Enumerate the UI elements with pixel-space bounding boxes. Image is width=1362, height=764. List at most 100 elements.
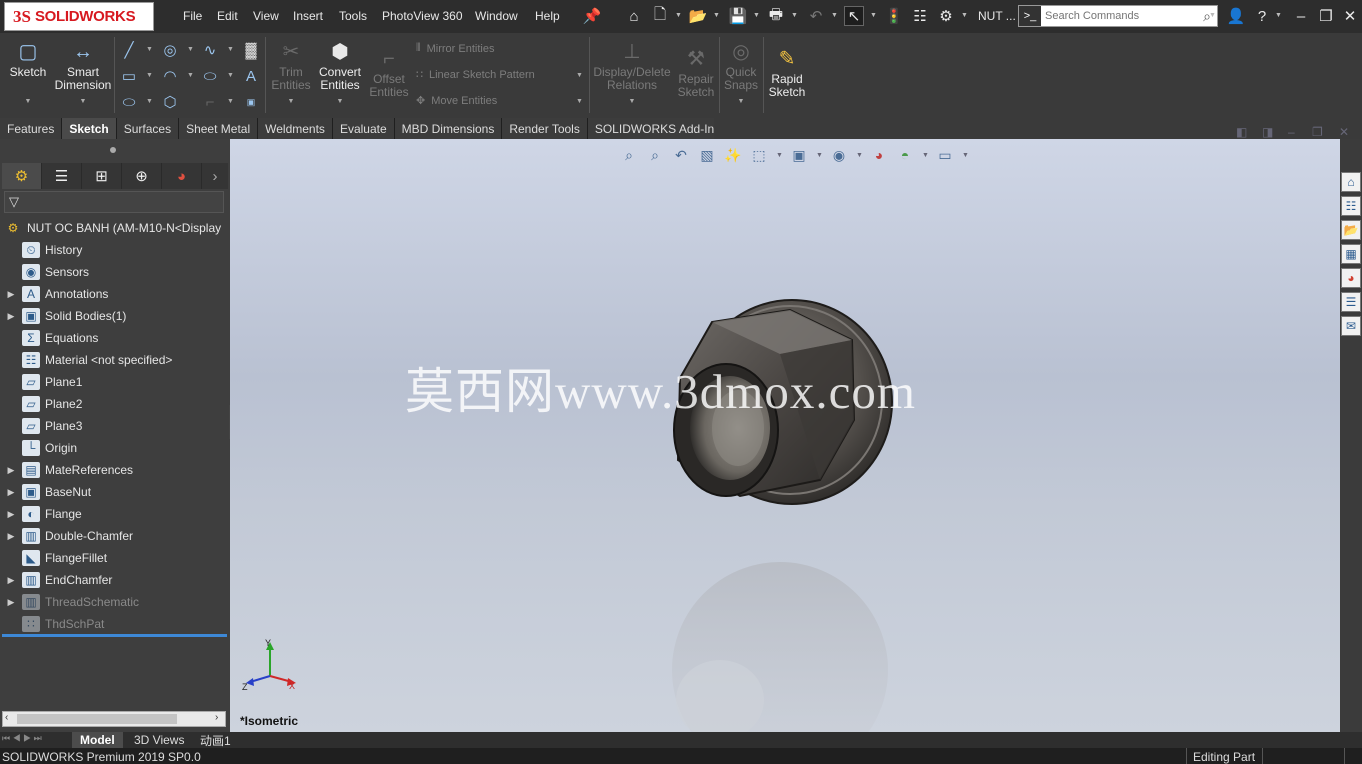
tab-evaluate[interactable]: Evaluate	[332, 118, 395, 139]
display-manager-tab-icon[interactable]: ◕	[162, 163, 202, 189]
tree-root[interactable]: ⚙ NUT OC BANH (AM-M10-N<Display	[0, 217, 228, 239]
solidworks-resources-icon[interactable]: ⌂	[1341, 172, 1361, 192]
chevron-right-icon[interactable]: ▶	[0, 509, 22, 520]
convert-entities-button[interactable]: ⬢ Convert Entities ▼	[316, 40, 364, 108]
chevron-down-icon[interactable]: ▼	[146, 98, 153, 105]
chevron-down-icon[interactable]: ▼	[922, 152, 929, 159]
display-style-icon[interactable]: ▣	[790, 146, 808, 164]
propertymanager-tab-icon[interactable]: ☰	[42, 163, 82, 189]
pin-icon[interactable]: 📌	[582, 6, 602, 26]
options-gear-icon[interactable]: ⚙	[936, 6, 956, 26]
menu-insert[interactable]: Insert	[293, 9, 323, 23]
chevron-down-icon[interactable]: ▼	[870, 12, 877, 19]
tab-navigation-icons[interactable]: ⏮ ◀ ▶ ⏭	[2, 733, 42, 744]
chevron-down-icon[interactable]: ▼	[576, 72, 583, 79]
dynamic-annotation-icon[interactable]: ✨	[724, 146, 742, 164]
edit-appearance-icon[interactable]: ◕	[870, 146, 888, 164]
tree-item[interactable]: ▶ ▣ Solid Bodies(1)	[0, 305, 228, 327]
chevron-down-icon[interactable]: ▼	[776, 152, 783, 159]
custom-properties-icon[interactable]: ☰	[1341, 292, 1361, 312]
tab-3d-views[interactable]: 3D Views	[126, 732, 192, 748]
tab-motion-study[interactable]: 动画1	[192, 732, 239, 748]
chevron-down-icon[interactable]: ▼	[187, 72, 194, 79]
viewport-restore-icon[interactable]: ❐	[1312, 125, 1323, 139]
chevron-right-icon[interactable]: ›	[202, 163, 228, 189]
panel-grip[interactable]	[110, 147, 116, 153]
section-view-icon[interactable]: ▧	[698, 146, 716, 164]
zoom-to-fit-icon[interactable]: ⌕	[620, 146, 638, 164]
slot-icon[interactable]: ⬭	[120, 93, 138, 111]
menu-photoview[interactable]: PhotoView 360	[382, 9, 463, 23]
undo-icon[interactable]: ↶	[806, 6, 826, 26]
tab-surfaces[interactable]: Surfaces	[116, 118, 180, 139]
configurationmanager-tab-icon[interactable]: ⊞	[82, 163, 122, 189]
help-icon[interactable]: ?	[1252, 6, 1272, 26]
menu-edit[interactable]: Edit	[217, 9, 238, 23]
chevron-down-icon[interactable]: ▼	[316, 95, 364, 108]
tab-features[interactable]: Features	[0, 118, 63, 139]
chevron-right-icon[interactable]: ▶	[0, 575, 22, 586]
tree-item[interactable]: ▱ Plane1	[0, 371, 228, 393]
chevron-right-icon[interactable]: ▶	[0, 597, 22, 608]
sketch-button[interactable]: ▢ Sketch ▼	[6, 40, 50, 108]
rapid-sketch-button[interactable]: ✎ Rapid Sketch	[766, 47, 808, 99]
spline-icon[interactable]: ∿	[201, 41, 219, 59]
smart-dimension-button[interactable]: ↔ Smart Dimension ▼	[52, 40, 114, 108]
chevron-down-icon[interactable]: ▼	[592, 95, 672, 108]
tree-item[interactable]: ▶ ▥ Double-Chamfer	[0, 525, 228, 547]
menu-help[interactable]: Help	[535, 9, 560, 23]
save-icon[interactable]: 💾	[728, 6, 748, 26]
chevron-right-icon[interactable]: ▶	[0, 487, 22, 498]
chevron-down-icon[interactable]: ▼	[1209, 12, 1216, 19]
tree-item[interactable]: ▶ ▤ MateReferences	[0, 459, 228, 481]
move-entities-button[interactable]: ✥ Move Entities	[416, 94, 497, 108]
view-palette-icon[interactable]: ▦	[1341, 244, 1361, 264]
featuremanager-tab-icon[interactable]: ⚙	[2, 163, 42, 189]
tree-item[interactable]: ☷ Material <not specified>	[0, 349, 228, 371]
zoom-to-area-icon[interactable]: ⌕	[646, 146, 664, 164]
chevron-down-icon[interactable]: ▼	[6, 95, 50, 108]
tab-render-tools[interactable]: Render Tools	[502, 118, 588, 139]
tree-item[interactable]: ◉ Sensors	[0, 261, 228, 283]
minimize-icon[interactable]: –	[1291, 6, 1311, 26]
tab-model[interactable]: Model	[72, 732, 123, 748]
chevron-down-icon[interactable]: ▼	[831, 12, 838, 19]
chevron-down-icon[interactable]: ▼	[270, 95, 312, 108]
design-library-icon[interactable]: ☷	[1341, 196, 1361, 216]
chevron-down-icon[interactable]: ▼	[962, 152, 969, 159]
search-commands[interactable]: >_ ⌕	[1018, 5, 1218, 27]
apply-scene-icon[interactable]: ◓	[896, 146, 914, 164]
open-icon[interactable]: 📂	[688, 6, 708, 26]
chevron-down-icon[interactable]: ▼	[227, 98, 234, 105]
chevron-down-icon[interactable]: ▼	[52, 95, 114, 108]
chevron-down-icon[interactable]: ▼	[722, 95, 760, 108]
chevron-right-icon[interactable]: ▶	[0, 531, 22, 542]
chevron-right-icon[interactable]: ▶	[0, 289, 22, 300]
quick-snaps-button[interactable]: ◎ Quick Snaps ▼	[722, 40, 760, 108]
scroll-left-icon[interactable]: ‹	[5, 712, 8, 723]
chevron-down-icon[interactable]: ▼	[1275, 12, 1282, 19]
circle-icon[interactable]: ◎	[161, 41, 179, 59]
file-properties-icon[interactable]: ☷	[910, 6, 930, 26]
repair-sketch-button[interactable]: ⚒ Repair Sketch	[676, 47, 716, 99]
tab-sketch[interactable]: Sketch	[62, 118, 117, 139]
viewport-minimize-icon[interactable]: –	[1288, 125, 1295, 139]
text-icon[interactable]: A	[242, 67, 260, 85]
chevron-down-icon[interactable]: ▼	[146, 72, 153, 79]
tree-item[interactable]: ▶ A Annotations	[0, 283, 228, 305]
chevron-down-icon[interactable]: ▼	[713, 12, 720, 19]
tree-filter[interactable]: ▽	[4, 191, 224, 213]
chevron-down-icon[interactable]: ▼	[753, 12, 760, 19]
trim-entities-button[interactable]: ✂ Trim Entities ▼	[270, 40, 312, 108]
fillet-sketch-icon[interactable]: ⌐	[201, 93, 219, 111]
select-arrow-icon[interactable]: ↖	[844, 6, 864, 26]
menu-tools[interactable]: Tools	[339, 9, 367, 23]
close-icon[interactable]: ✕	[1340, 6, 1360, 26]
dimxpert-tab-icon[interactable]: ⊕	[122, 163, 162, 189]
chevron-right-icon[interactable]: ▶	[0, 311, 22, 322]
line-icon[interactable]: ╱	[120, 41, 138, 59]
home-icon[interactable]: ⌂	[624, 6, 644, 26]
tree-item[interactable]: ◣ FlangeFillet	[0, 547, 228, 569]
file-explorer-icon[interactable]: 📂	[1341, 220, 1361, 240]
tree-item[interactable]: ▶ ▣ BaseNut	[0, 481, 228, 503]
